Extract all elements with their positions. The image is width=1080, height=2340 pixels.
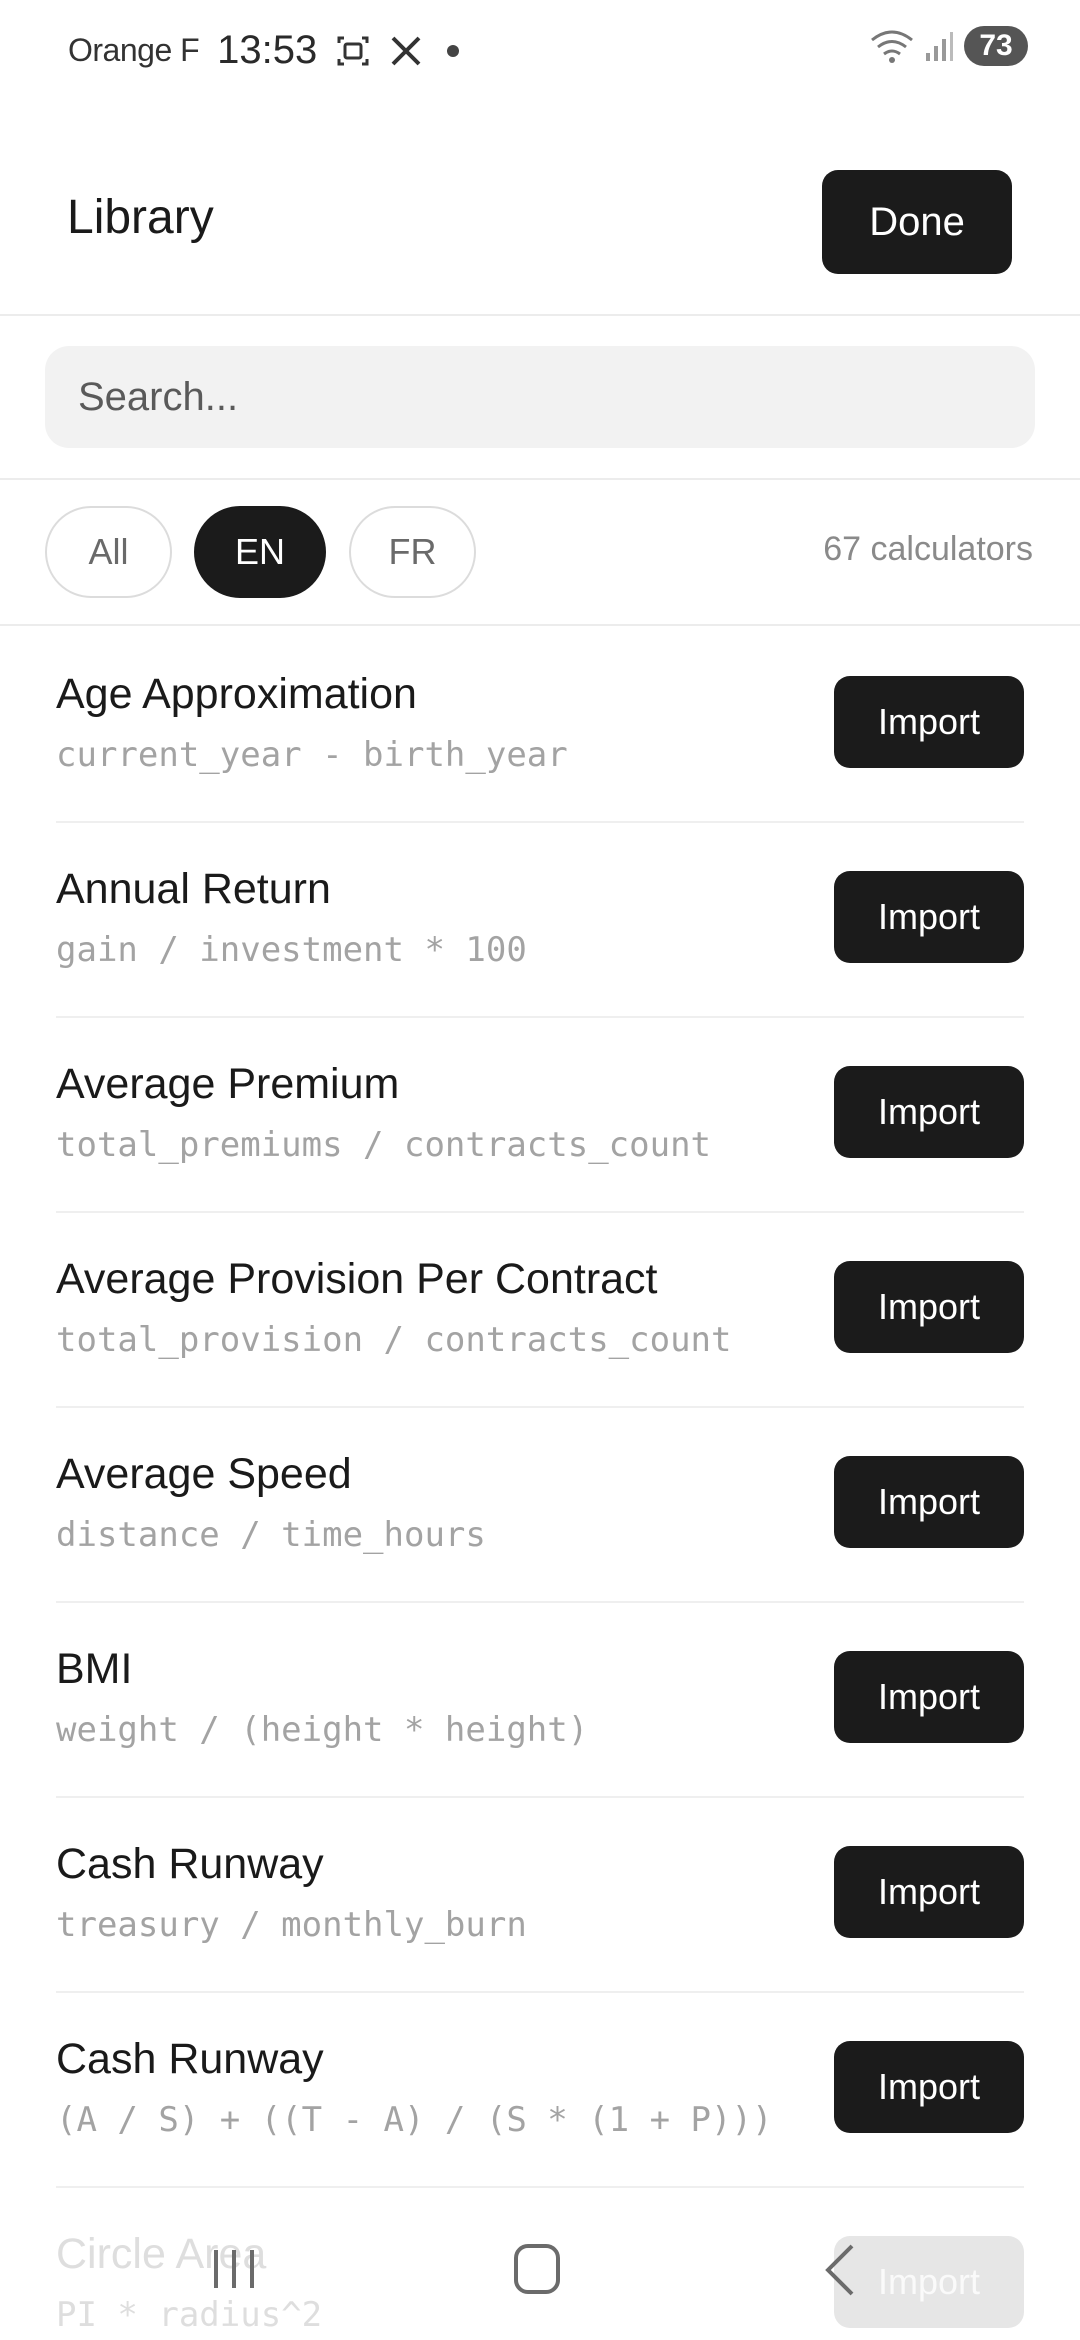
import-button[interactable]: Import [834, 1456, 1024, 1548]
x-logo-icon [389, 34, 423, 68]
status-bar: Orange F 13:53 73 [0, 0, 1080, 100]
status-left: Orange F 13:53 [68, 28, 460, 73]
signal-icon [924, 29, 954, 63]
done-button[interactable]: Done [822, 170, 1012, 274]
import-button[interactable]: Import [834, 1651, 1024, 1743]
list-item: Age Approximation current_year - birth_y… [56, 628, 1024, 823]
clock: 13:53 [217, 28, 318, 72]
calculator-name: Average Premium [56, 1060, 400, 1108]
calculator-name: Cash Runway [56, 2035, 324, 2083]
calculator-list[interactable]: Age Approximation current_year - birth_y… [0, 628, 1080, 2340]
calculator-name: Cash Runway [56, 1840, 324, 1888]
list-item: Annual Return gain / investment * 100 Im… [56, 823, 1024, 1018]
recent-apps-icon[interactable] [210, 2244, 260, 2299]
import-button[interactable]: Import [834, 2041, 1024, 2133]
search-section [0, 318, 1080, 480]
filter-chip-fr[interactable]: FR [349, 506, 476, 598]
list-item: Cash Runway (A / S) + ((T - A) / (S * (1… [56, 1993, 1024, 2188]
battery-level: 73 [964, 26, 1028, 66]
navigation-bar [0, 2220, 1080, 2340]
screenshot-icon [335, 33, 371, 69]
calculator-formula: (A / S) + ((T - A) / (S * (1 + P))) [56, 2100, 773, 2140]
list-item: Average Provision Per Contract total_pro… [56, 1213, 1024, 1408]
import-button[interactable]: Import [834, 676, 1024, 768]
calculator-formula: total_premiums / contracts_count [56, 1125, 712, 1165]
calculator-name: BMI [56, 1645, 133, 1693]
calculator-formula: gain / investment * 100 [56, 930, 527, 970]
search-input[interactable] [45, 346, 1035, 448]
import-button[interactable]: Import [834, 871, 1024, 963]
home-icon[interactable] [512, 2242, 562, 2301]
calculator-name: Average Provision Per Contract [56, 1255, 658, 1303]
list-item: BMI weight / (height * height) Import [56, 1603, 1024, 1798]
calculator-name: Age Approximation [56, 670, 417, 718]
wifi-icon [870, 28, 914, 64]
calculator-name: Annual Return [56, 865, 331, 913]
filter-chip-en[interactable]: EN [194, 506, 326, 598]
list-item: Cash Runway treasury / monthly_burn Impo… [56, 1798, 1024, 1993]
list-item: Average Premium total_premiums / contrac… [56, 1018, 1024, 1213]
back-icon[interactable] [820, 2242, 860, 2303]
header: Library Done [0, 160, 1080, 316]
status-right: 73 [870, 26, 1028, 66]
calculator-formula: weight / (height * height) [56, 1710, 589, 1750]
import-button[interactable]: Import [834, 1066, 1024, 1158]
calculator-formula: distance / time_hours [56, 1515, 486, 1555]
notification-dot-icon [447, 44, 460, 57]
language-filter-bar: All EN FR 67 calculators [0, 480, 1080, 626]
calculator-formula: treasury / monthly_burn [56, 1905, 527, 1945]
carrier-name: Orange F [68, 32, 200, 68]
calculator-formula: current_year - birth_year [56, 735, 568, 775]
calculator-count: 67 calculators [823, 530, 1033, 568]
import-button[interactable]: Import [834, 1261, 1024, 1353]
page-title: Library [67, 191, 214, 244]
import-button[interactable]: Import [834, 1846, 1024, 1938]
calculator-name: Average Speed [56, 1450, 352, 1498]
filter-chip-all[interactable]: All [45, 506, 172, 598]
list-item: Average Speed distance / time_hours Impo… [56, 1408, 1024, 1603]
calculator-formula: total_provision / contracts_count [56, 1320, 732, 1360]
